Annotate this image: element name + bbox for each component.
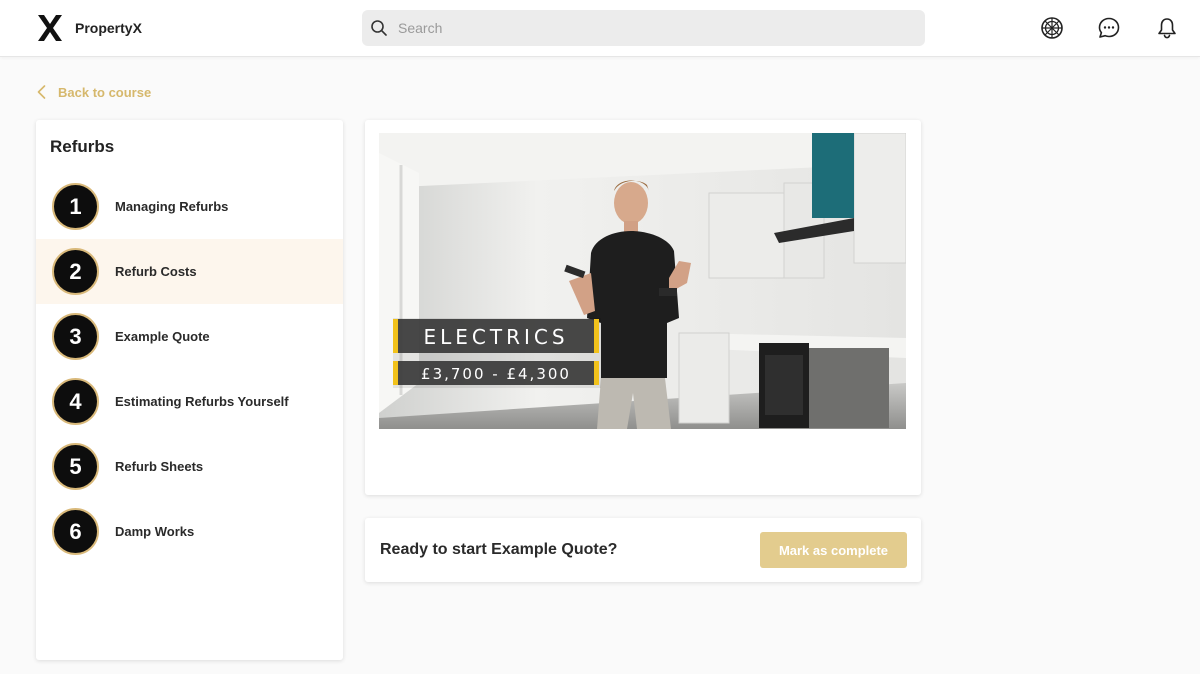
lesson-item-refurb-costs[interactable]: 2 Refurb Costs bbox=[36, 239, 343, 304]
lesson-number-badge: 3 bbox=[52, 313, 99, 360]
top-bar: PropertyX bbox=[0, 0, 1200, 57]
video-card: ELECTRICS £3,700 - £4,300 bbox=[365, 120, 921, 495]
mark-complete-button[interactable]: Mark as complete bbox=[760, 532, 907, 568]
x-logo-icon[interactable] bbox=[37, 14, 63, 42]
lesson-label: Refurb Costs bbox=[115, 264, 197, 279]
lesson-label: Damp Works bbox=[115, 524, 195, 539]
bell-icon[interactable] bbox=[1155, 16, 1179, 40]
caption-title: ELECTRICS bbox=[423, 325, 568, 349]
lesson-number-badge: 4 bbox=[52, 378, 99, 425]
lesson-item-damp-works[interactable]: 6 Damp Works bbox=[36, 499, 343, 564]
lesson-number-badge: 1 bbox=[52, 183, 99, 230]
search-icon bbox=[371, 20, 387, 36]
chat-icon[interactable] bbox=[1097, 16, 1121, 40]
lesson-item-example-quote[interactable]: 3 Example Quote bbox=[36, 304, 343, 369]
back-link-label: Back to course bbox=[58, 84, 152, 100]
lesson-label: Estimating Refurbs Yourself bbox=[115, 394, 289, 409]
lesson-item-refurb-sheets[interactable]: 5 Refurb Sheets bbox=[36, 434, 343, 499]
globe-icon[interactable] bbox=[1040, 16, 1064, 40]
lesson-item-managing-refurbs[interactable]: 1 Managing Refurbs bbox=[36, 174, 343, 239]
lesson-sidebar: Refurbs 1 Managing Refurbs 2 Refurb Cost… bbox=[36, 120, 343, 660]
next-lesson-card: Ready to start Example Quote? Mark as co… bbox=[365, 518, 921, 582]
caption-range: £3,700 - £4,300 bbox=[421, 365, 571, 383]
lesson-label: Example Quote bbox=[115, 329, 210, 344]
chevron-left-icon bbox=[37, 85, 46, 99]
next-lesson-prompt: Ready to start Example Quote? bbox=[380, 541, 618, 558]
lesson-number-badge: 5 bbox=[52, 443, 99, 490]
back-to-course-link[interactable]: Back to course bbox=[37, 82, 151, 102]
lesson-label: Refurb Sheets bbox=[115, 459, 204, 474]
brand-name[interactable]: PropertyX bbox=[75, 20, 142, 36]
sidebar-title: Refurbs bbox=[50, 137, 115, 156]
video-player[interactable]: ELECTRICS £3,700 - £4,300 bbox=[379, 133, 906, 429]
video-frame: ELECTRICS £3,700 - £4,300 bbox=[379, 133, 906, 429]
lesson-number-badge: 2 bbox=[52, 248, 99, 295]
search-input[interactable] bbox=[398, 10, 898, 46]
lesson-item-estimating-refurbs-yourself[interactable]: 4 Estimating Refurbs Yourself bbox=[36, 369, 343, 434]
lesson-number-badge: 6 bbox=[52, 508, 99, 555]
lesson-label: Managing Refurbs bbox=[115, 199, 229, 214]
search-bar[interactable] bbox=[362, 10, 925, 46]
